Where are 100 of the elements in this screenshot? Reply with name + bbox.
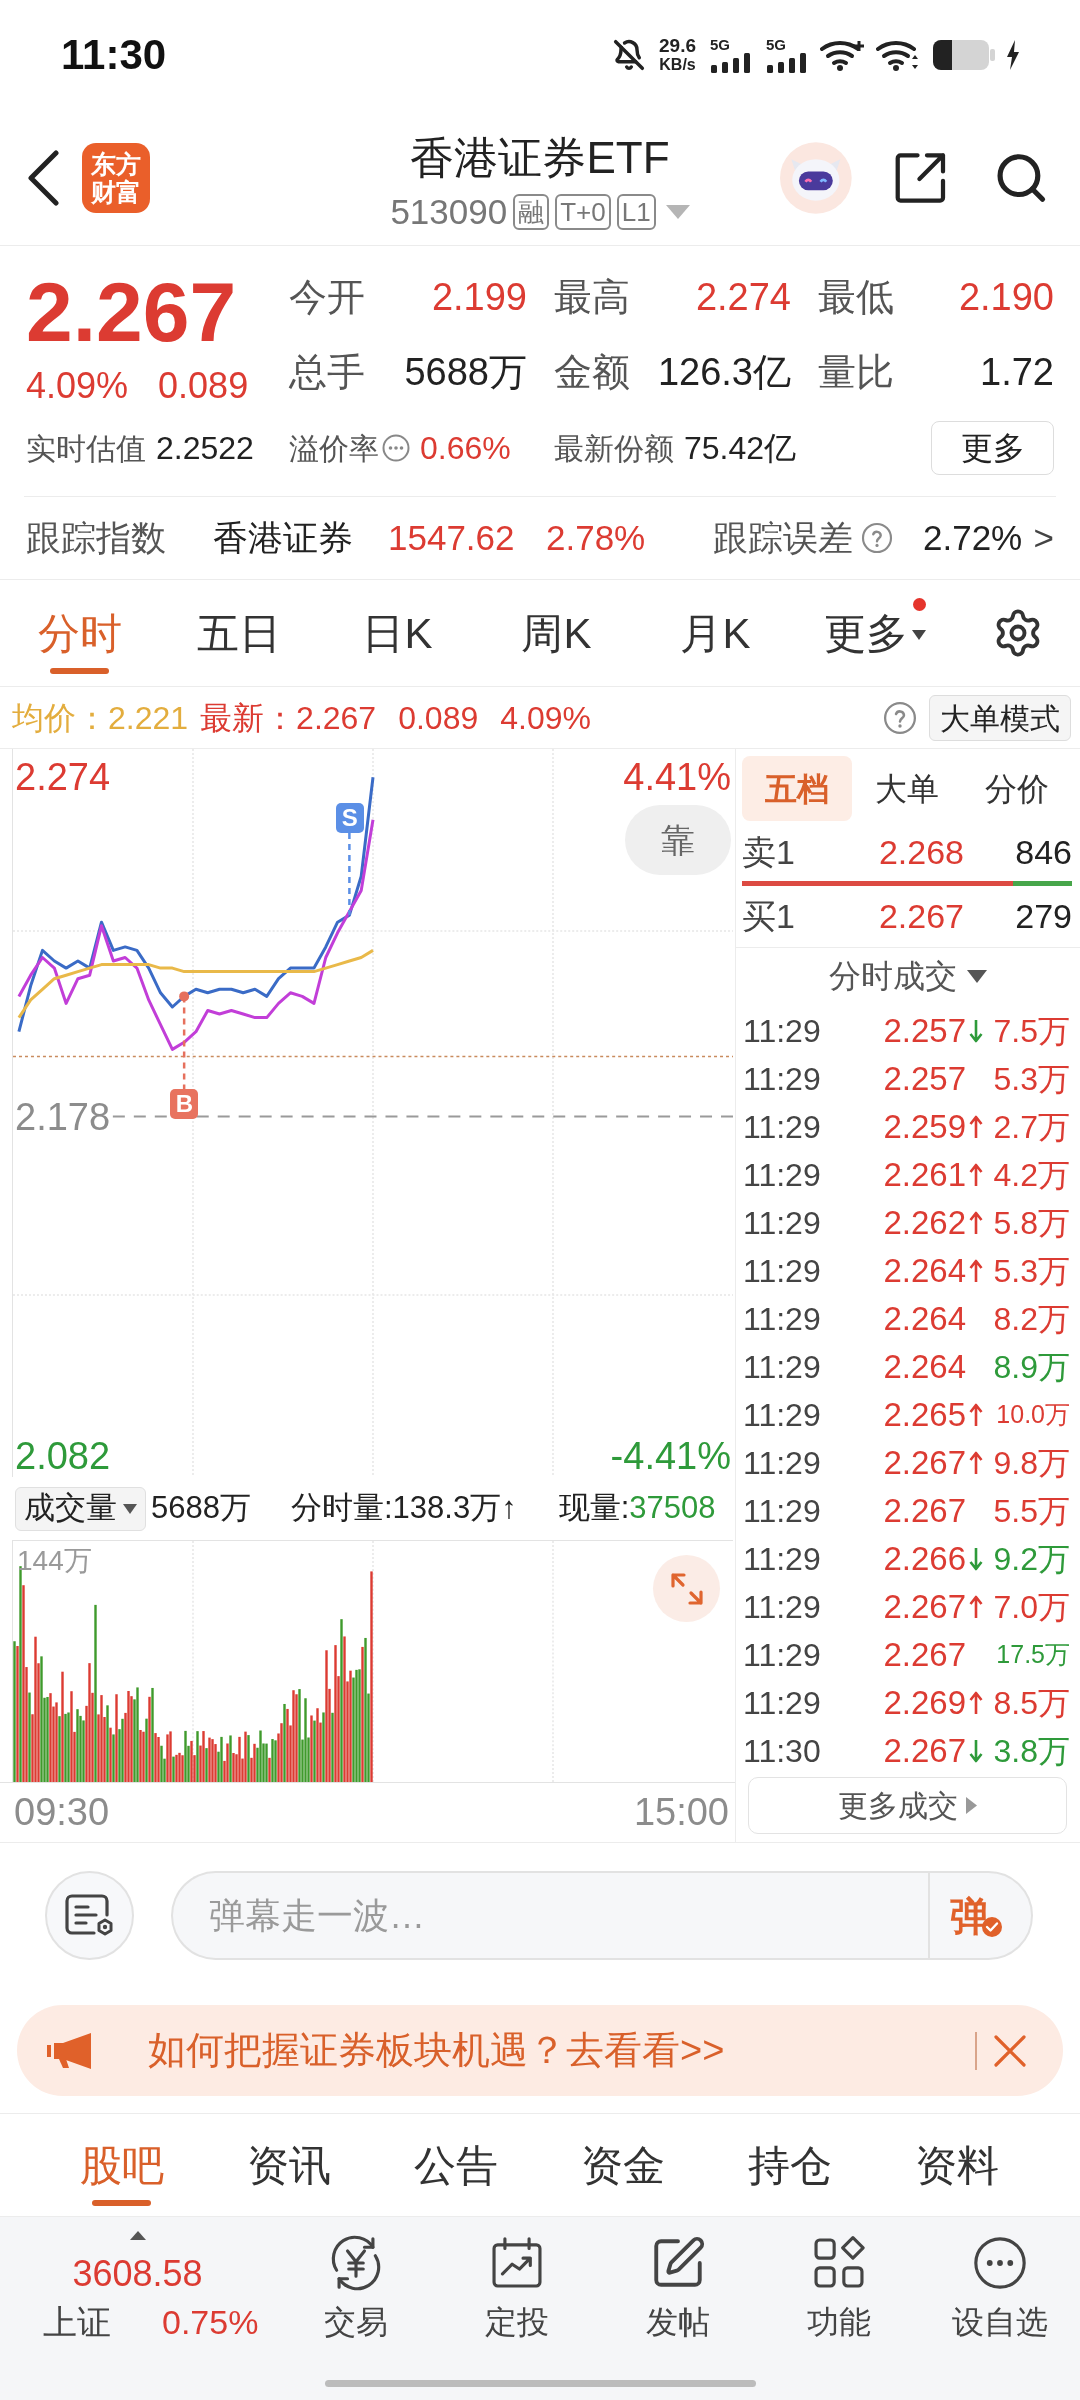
trade-price: 2.267 (882, 1443, 966, 1484)
trade-price: 2.267 (882, 1731, 966, 1772)
bottom-nav-item[interactable]: 交易 (275, 2217, 436, 2367)
trade-volume: 10.0万 (995, 1399, 1070, 1431)
fund-title: 香港证券ETF (410, 131, 670, 184)
percent-axis-label: 4.41% (623, 757, 731, 798)
trade-time: 11:30 (743, 1732, 822, 1771)
content-tab[interactable]: 资料 (873, 2114, 1040, 2216)
order-book-tab[interactable]: 分价 (962, 756, 1072, 821)
volume-axis-label: 144万 (17, 1545, 92, 1577)
more-button[interactable]: 更多 (931, 421, 1054, 475)
content-tab[interactable]: 股吧 (38, 2114, 205, 2216)
trade-price: 2.264 (882, 1251, 966, 1292)
bottom-nav-item[interactable]: 发帖 (597, 2217, 758, 2367)
trade-price: 2.259 (882, 1107, 966, 1148)
stat-value: 1.72 (980, 350, 1054, 395)
trade-price: 2.264 (882, 1347, 966, 1388)
trade-time: 11:29 (743, 1396, 822, 1435)
wifi-icon (820, 39, 864, 71)
big-order-mode-button[interactable]: 大单模式 (929, 694, 1071, 741)
dock-button[interactable]: 靠 (625, 805, 731, 875)
price-axis-label: 2.178 (15, 1096, 111, 1137)
more-options-icon[interactable] (382, 434, 410, 462)
network-speed-unit: KB/s (659, 56, 696, 74)
chart-tab[interactable]: 周K (477, 580, 636, 686)
price-axis-label: 2.082 (15, 1435, 111, 1476)
trades-dropdown[interactable]: 分时成交 (829, 952, 987, 1000)
signal-icon (766, 53, 808, 73)
caret-down-icon (123, 1503, 137, 1514)
caret-down-icon (967, 969, 987, 983)
detail-label: 最新份额 (554, 430, 674, 467)
bottom-nav-item[interactable]: 定投 (436, 2217, 597, 2367)
detail-label: 溢价率 (289, 430, 379, 467)
help-icon[interactable] (861, 522, 893, 554)
trade-time: 11:29 (743, 1300, 822, 1339)
content-tab[interactable]: 资讯 (205, 2114, 372, 2216)
stat-value: 2.274 (695, 275, 791, 320)
chart-tab[interactable]: 分时 (0, 580, 159, 686)
chevron-text[interactable]: > (1033, 511, 1054, 565)
comment-input[interactable]: 弹幕走一波… (171, 1871, 928, 1960)
chart-tab[interactable]: 五日 (159, 580, 318, 686)
close-icon[interactable] (994, 2034, 1026, 2067)
caret-right-icon (966, 1797, 977, 1814)
latest-price: 最新：2.267 (200, 698, 377, 738)
chart-tab[interactable]: 月K (636, 580, 795, 686)
trade-volume: 2.7万 (992, 1108, 1070, 1147)
stat-value: 126.3亿 (657, 350, 791, 395)
stat-value: 5688万 (404, 350, 527, 395)
volume-selector[interactable]: 成交量 (15, 1486, 146, 1531)
latest-change-percent: 4.09% (500, 698, 591, 738)
trade-time: 11:29 (743, 1444, 822, 1483)
chart-tab[interactable]: 日K (318, 580, 477, 686)
bottom-nav-item[interactable]: 功能 (758, 2217, 919, 2367)
trade-volume: 9.2万 (992, 1540, 1070, 1579)
current-volume-value: 37508 (629, 1489, 716, 1528)
trade-volume: 17.5万 (995, 1639, 1070, 1671)
trade-price: 2.269 (882, 1683, 966, 1724)
robot-avatar-icon[interactable] (780, 139, 852, 216)
bell-off-icon (613, 38, 645, 72)
order-book-tab[interactable]: 大单 (852, 756, 962, 821)
average-price: 均价：2.221 (12, 698, 189, 738)
trade-volume: 4.2万 (992, 1156, 1070, 1195)
level-label: 卖1 (742, 831, 796, 873)
trade-price: 2.267 (882, 1635, 966, 1676)
index-price: 3608.58 (72, 2252, 203, 2296)
content-tab[interactable]: 持仓 (706, 2114, 873, 2216)
trade-time: 11:29 (743, 1348, 822, 1387)
stat-label: 量比 (818, 350, 894, 395)
stat-label: 金额 (554, 350, 630, 395)
trade-time: 11:29 (743, 1156, 822, 1195)
caret-down-icon[interactable] (665, 204, 690, 219)
level-price: 2.267 (878, 896, 964, 937)
trade-time: 11:29 (743, 1492, 822, 1531)
level-price: 2.268 (878, 831, 964, 873)
charging-icon (1006, 40, 1020, 70)
detail-value: 0.66% (420, 429, 511, 468)
change-percent: 4.09% (26, 364, 129, 408)
signal-icon (710, 53, 752, 73)
fund-tag: T+0 (555, 193, 611, 230)
trade-volume: 7.0万 (992, 1588, 1070, 1627)
trade-volume: 8.5万 (992, 1684, 1070, 1723)
trade-price: 2.262 (882, 1203, 966, 1244)
back-icon[interactable] (26, 149, 60, 206)
trade-volume: 7.5万 (992, 1012, 1070, 1051)
detail-label: 实时估值 (26, 430, 146, 467)
more-trades-button[interactable]: 更多成交 (748, 1777, 1067, 1834)
trade-time: 11:29 (743, 1636, 822, 1675)
network-speed-value: 29.6 (659, 36, 696, 56)
help-icon[interactable] (883, 700, 917, 735)
index-change: 2.78% (546, 516, 647, 559)
content-tab[interactable]: 资金 (539, 2114, 706, 2216)
level-label: 买1 (742, 896, 796, 937)
content-tab[interactable]: 公告 (372, 2114, 539, 2216)
stat-label: 今开 (289, 275, 365, 320)
time-axis-label: 15:00 (633, 1790, 729, 1835)
trade-time: 11:29 (743, 1012, 822, 1051)
change-amount: 0.089 (158, 364, 249, 408)
bottom-nav-item[interactable]: 设自选 (919, 2217, 1080, 2367)
chart-tab[interactable]: 更多 (795, 580, 954, 686)
current-volume-label: 现量: (558, 1489, 630, 1528)
